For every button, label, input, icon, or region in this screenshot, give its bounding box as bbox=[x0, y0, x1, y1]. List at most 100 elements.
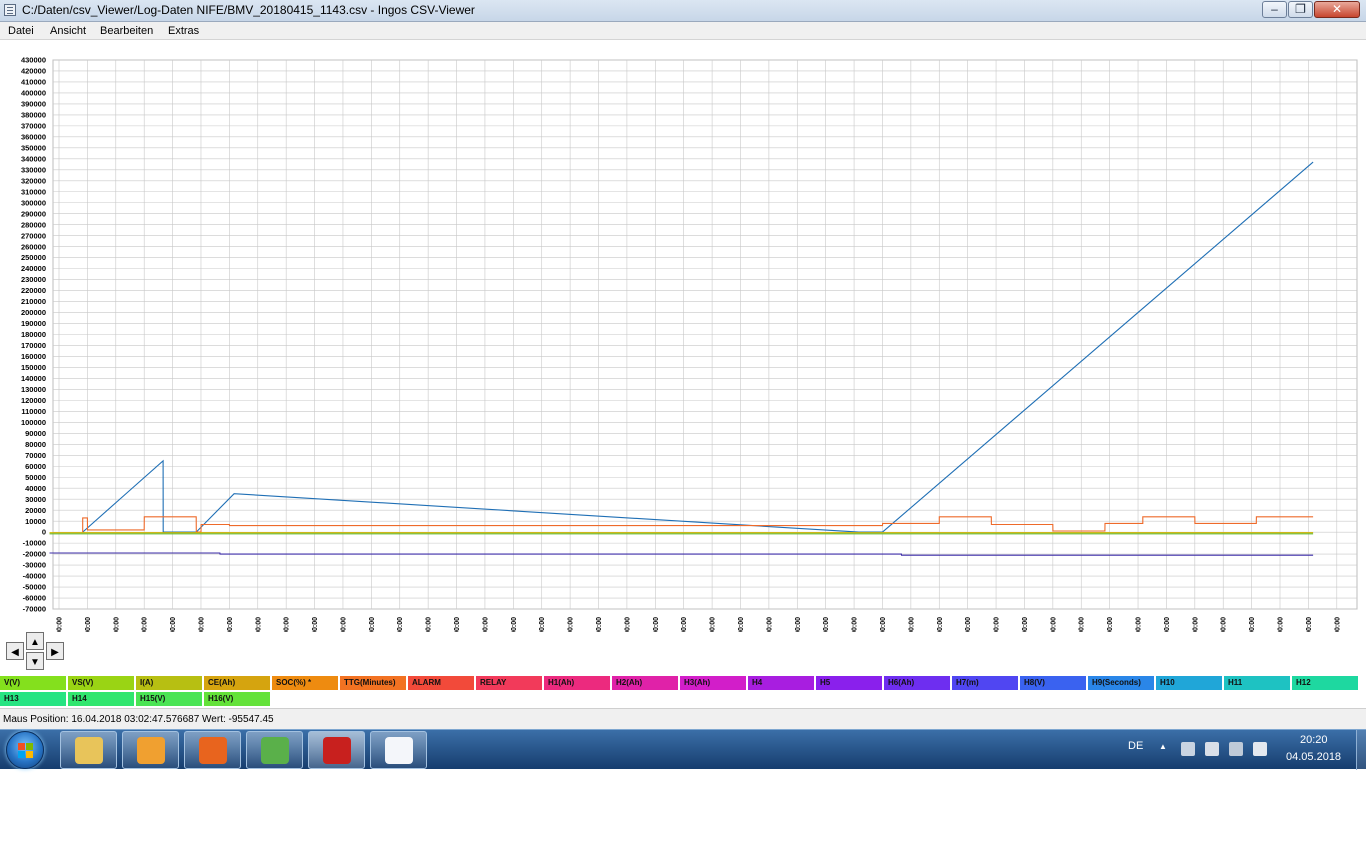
close-button[interactable]: ✕ bbox=[1314, 1, 1360, 18]
outlook-taskbar-button[interactable] bbox=[122, 731, 179, 769]
show-hidden-icons-button[interactable]: ▲ bbox=[1159, 742, 1167, 751]
x-tick-label: 02:00:00 bbox=[908, 617, 915, 632]
y-tick-label: 150000 bbox=[21, 363, 46, 372]
series-toggle-button[interactable]: H2(Ah) bbox=[612, 676, 678, 690]
y-tick-label: -10000 bbox=[23, 539, 46, 548]
series-toggle-button[interactable]: H16(V) bbox=[204, 692, 270, 706]
series-toggle-button[interactable]: H6(Ah) bbox=[884, 676, 950, 690]
outlook-icon bbox=[137, 737, 165, 764]
series-toggle-button[interactable]: SOC(%) * bbox=[272, 676, 338, 690]
y-tick-label: 280000 bbox=[21, 220, 46, 229]
chart[interactable]: 4300004200004100004000003900003800003700… bbox=[0, 40, 1366, 632]
scroll-right-button[interactable]: ▶ bbox=[46, 642, 64, 660]
x-tick-label: 08:00:00 bbox=[937, 617, 944, 632]
y-tick-label: 70000 bbox=[25, 451, 46, 460]
menu-bearbeiten[interactable]: Bearbeiten bbox=[100, 25, 153, 37]
minimize-button[interactable]: – bbox=[1262, 1, 1287, 18]
series-toggle-button[interactable]: V(V) bbox=[0, 676, 66, 690]
scroll-up-button[interactable]: ▲ bbox=[26, 632, 44, 650]
x-tick-label: 02:00:00 bbox=[1136, 617, 1143, 632]
show-desktop-button[interactable] bbox=[1356, 730, 1366, 770]
x-tick-label: 08:00:00 bbox=[255, 617, 262, 632]
y-tick-label: 60000 bbox=[25, 462, 46, 471]
y-tick-label: 230000 bbox=[21, 275, 46, 284]
y-tick-label: 120000 bbox=[21, 396, 46, 405]
x-tick-label: 20:00:00 bbox=[1334, 617, 1341, 632]
explorer-taskbar-button[interactable] bbox=[60, 731, 117, 769]
series-toggle-button[interactable]: H12 bbox=[1292, 676, 1358, 690]
x-tick-label: 20:00:00 bbox=[1221, 617, 1228, 632]
x-tick-label: 14:00:00 bbox=[738, 617, 745, 632]
series-toggle-button[interactable]: TTG(Minutes) bbox=[340, 676, 406, 690]
menu-extras[interactable]: Extras bbox=[168, 25, 199, 37]
x-tick-label: 20:00:00 bbox=[880, 617, 887, 632]
x-tick-label: 20:00:00 bbox=[1107, 617, 1114, 632]
x-tick-label: 08:00:00 bbox=[710, 617, 717, 632]
series-toggle-button[interactable]: H1(Ah) bbox=[544, 676, 610, 690]
firefox-taskbar-button[interactable] bbox=[184, 731, 241, 769]
y-tick-label: 200000 bbox=[21, 308, 46, 317]
series-toggle-button[interactable]: RELAY bbox=[476, 676, 542, 690]
y-tick-label: 300000 bbox=[21, 198, 46, 207]
series-toggle-button[interactable]: H7(m) bbox=[952, 676, 1018, 690]
minimize-icon: – bbox=[1271, 2, 1278, 16]
x-tick-label: 08:00:00 bbox=[1164, 617, 1171, 632]
series-toggle-button[interactable]: H14 bbox=[68, 692, 134, 706]
restore-icon: ❐ bbox=[1295, 2, 1306, 16]
x-tick-label: 20:00:00 bbox=[766, 617, 773, 632]
clock-date[interactable]: 04.05.2018 bbox=[1286, 751, 1341, 763]
arrow-up-icon: ▲ bbox=[30, 637, 40, 648]
volume-icon[interactable] bbox=[1253, 742, 1267, 756]
screen: C:/Daten/csv_Viewer/Log-Daten NIFE/BMV_2… bbox=[0, 0, 1366, 845]
series-toggle-button[interactable]: H13 bbox=[0, 692, 66, 706]
series-toggle-button[interactable]: H9(Seconds) bbox=[1088, 676, 1154, 690]
network-taskbar-button[interactable] bbox=[246, 731, 303, 769]
series-toggle-button[interactable]: H3(Ah) bbox=[680, 676, 746, 690]
series-toggle-button[interactable]: H4 bbox=[748, 676, 814, 690]
y-tick-label: 90000 bbox=[25, 429, 46, 438]
y-tick-label: 160000 bbox=[21, 352, 46, 361]
x-tick-label: 02:00:00 bbox=[454, 617, 461, 632]
series-toggle-button[interactable]: ALARM bbox=[408, 676, 474, 690]
menu-ansicht[interactable]: Ansicht bbox=[50, 25, 86, 37]
y-tick-label: 10000 bbox=[25, 517, 46, 526]
action-center-icon[interactable] bbox=[1181, 742, 1195, 756]
menu-datei[interactable]: Datei bbox=[8, 25, 34, 37]
series-toggle-button[interactable]: I(A) bbox=[136, 676, 202, 690]
x-tick-label: 20:00:00 bbox=[994, 617, 1001, 632]
x-tick-label: 14:00:00 bbox=[284, 617, 291, 632]
taskbar: DE ▲ 20:20 04.05.2018 bbox=[0, 729, 1366, 770]
scroll-left-button[interactable]: ◀ bbox=[6, 642, 24, 660]
title-bar: C:/Daten/csv_Viewer/Log-Daten NIFE/BMV_2… bbox=[0, 0, 1366, 22]
series-toggle-button[interactable]: H11 bbox=[1224, 676, 1290, 690]
series-toggle-button[interactable]: VS(V) bbox=[68, 676, 134, 690]
network-icon[interactable] bbox=[1229, 742, 1243, 756]
series-toggle-button[interactable]: H8(V) bbox=[1020, 676, 1086, 690]
series-toggle-button[interactable]: H15(V) bbox=[136, 692, 202, 706]
x-tick-label: 08:00:00 bbox=[1278, 617, 1285, 632]
x-tick-label: 02:00:00 bbox=[795, 617, 802, 632]
y-tick-label: 370000 bbox=[21, 121, 46, 130]
maximize-button[interactable]: ❐ bbox=[1288, 1, 1313, 18]
arrow-left-icon: ◀ bbox=[11, 647, 19, 658]
y-tick-label: 40000 bbox=[25, 484, 46, 493]
series-toggle-button[interactable]: H5 bbox=[816, 676, 882, 690]
x-tick-label: 02:00:00 bbox=[340, 617, 347, 632]
y-tick-label: 110000 bbox=[21, 407, 46, 416]
x-tick-label: 02:00:00 bbox=[227, 617, 234, 632]
status-bar: Maus Position: 16.04.2018 03:02:47.57668… bbox=[0, 708, 1366, 729]
power-icon[interactable] bbox=[1205, 742, 1219, 756]
x-tick-label: 14:00:00 bbox=[1079, 617, 1086, 632]
series-toggle-button[interactable]: H10 bbox=[1156, 676, 1222, 690]
series-toggle-button[interactable]: CE(Ah) bbox=[204, 676, 270, 690]
x-tick-label: 20:00:00 bbox=[426, 617, 433, 632]
x-tick-label: 14:00:00 bbox=[852, 617, 859, 632]
y-tick-label: 270000 bbox=[21, 231, 46, 240]
scroll-down-button[interactable]: ▼ bbox=[26, 652, 44, 670]
language-indicator[interactable]: DE bbox=[1128, 740, 1143, 752]
csv-viewer-taskbar-button[interactable] bbox=[370, 731, 427, 769]
acrobat-icon bbox=[323, 737, 351, 764]
acrobat-taskbar-button[interactable] bbox=[308, 731, 365, 769]
clock-time[interactable]: 20:20 bbox=[1300, 734, 1328, 746]
start-button[interactable] bbox=[6, 731, 44, 769]
